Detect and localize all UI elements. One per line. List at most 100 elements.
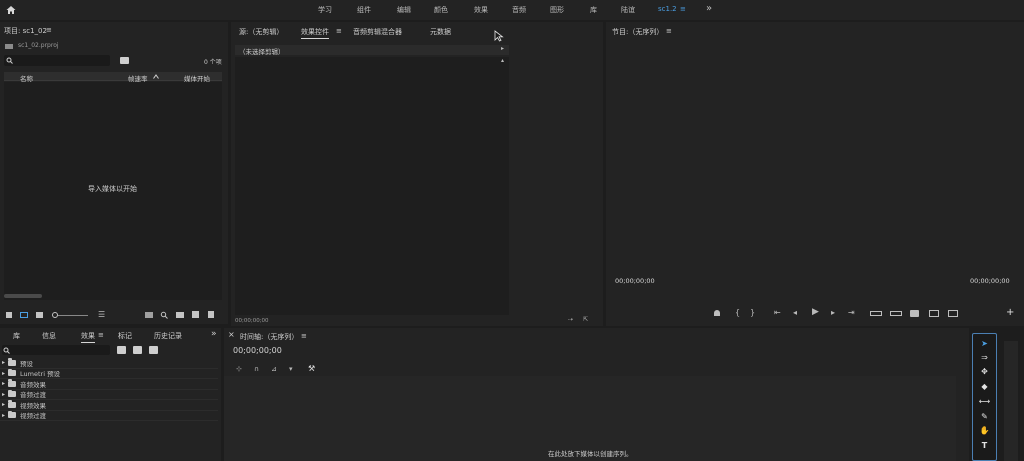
mark-out-icon[interactable]: } [750,309,755,317]
tab-markers[interactable]: 标记 [118,331,132,341]
go-to-out-icon[interactable]: ⇥ [848,309,855,317]
scroll-up-icon[interactable]: ▴ [501,58,504,64]
new-bin-icon[interactable] [120,57,129,64]
wrench-icon[interactable]: ⚒ [308,365,315,373]
timeline-drop-area[interactable]: 在此处放下媒体以创建序列。 [224,376,956,461]
workspace-tab-assembly[interactable]: 组件 [357,5,371,15]
effects-more-icon[interactable]: » [211,329,217,339]
effects-search-input[interactable] [2,345,110,355]
tab-info[interactable]: 信息 [42,331,56,341]
project-file-name: sc1_02.prproj [18,42,59,49]
workspace-tab-effects[interactable]: 效果 [474,5,488,15]
icon-view-icon[interactable] [36,312,43,318]
program-timecode-current[interactable]: 00;00;00;00 [615,277,655,285]
step-forward-icon[interactable]: ▸ [831,309,835,317]
razor-tool-icon[interactable]: ◆ [978,380,991,393]
effects-folder-lumetri-presets[interactable]: ▸ Lumetri 预设 [0,368,218,379]
effects-folder-audio-effects[interactable]: ▸ 音频效果 [0,379,218,390]
go-to-in-icon[interactable]: ⇤ [774,309,781,317]
timeline-title[interactable]: 时间轴:（无序列） [240,332,298,342]
type-tool-icon[interactable]: T [978,439,991,452]
add-marker-icon[interactable]: ▾ [289,366,293,373]
home-icon[interactable] [6,5,16,15]
track-select-tool-icon[interactable]: ⇒ [978,351,991,364]
play-icon[interactable]: ▶ [812,308,819,317]
pen-tool-icon[interactable]: ✎ [978,410,991,423]
32bit-effects-icon[interactable] [133,346,142,354]
tab-effect-controls[interactable]: 效果控件 [301,27,329,39]
tab-metadata[interactable]: 元数据 [430,27,451,37]
workspace-menu-icon[interactable]: ≡ [680,5,686,13]
ripple-edit-tool-icon[interactable]: ✥ [978,365,991,378]
linked-selection-icon[interactable]: ⊿ [271,366,277,373]
add-marker-icon[interactable] [714,310,720,316]
camera-icon[interactable] [910,310,919,317]
effects-folder-audio-transitions[interactable]: ▸ 音频过渡 [0,389,218,400]
timeline-menu-icon[interactable]: ≡ [301,332,307,340]
tab-libraries[interactable]: 库 [13,331,20,341]
tab-effects[interactable]: 效果 [81,331,95,343]
project-panel-menu-icon[interactable]: ≡ [46,26,52,34]
yuv-effects-icon[interactable] [149,346,158,354]
comparison-view-icon[interactable] [929,310,939,317]
effects-folder-video-transitions[interactable]: ▸ 视频过渡 [0,410,218,421]
filter-icon[interactable]: ⇢ [568,317,573,323]
workspace-tab-graphics[interactable]: 图形 [550,5,564,15]
effects-menu-icon[interactable]: ≡ [98,331,104,339]
lock-icon[interactable] [6,312,12,318]
workspace-tab-audio[interactable]: 音频 [512,5,526,15]
workspace-tab-sc12[interactable]: sc1.2 [658,5,677,13]
expand-arrow-icon[interactable]: ▸ [2,370,5,377]
button-editor-icon[interactable]: + [1006,308,1014,318]
trash-icon[interactable] [208,311,214,318]
automate-icon[interactable] [145,312,153,318]
expand-arrow-icon[interactable]: ▸ [2,359,5,366]
expand-arrow-icon[interactable]: ▸ [2,412,5,419]
more-workspaces-icon[interactable]: » [706,3,712,14]
accelerated-effects-icon[interactable] [117,346,126,354]
new-item-icon[interactable] [192,311,199,318]
nest-icon[interactable]: ⊹ [236,366,242,373]
zoom-slider-track[interactable] [58,315,88,316]
workspace-tab-color[interactable]: 颜色 [434,5,448,15]
project-media-area[interactable]: 导入媒体以开始 [4,82,222,300]
workspace-tab-learn[interactable]: 学习 [318,5,332,15]
program-monitor-title[interactable]: 节目:（无序列） [612,27,663,37]
timeline-timecode[interactable]: 00;00;00;00 [233,346,282,355]
hand-tool-icon[interactable]: ✋ [978,424,991,437]
lift-icon[interactable] [870,311,882,316]
slip-tool-icon[interactable]: ⟷ [978,395,991,408]
sort-icon[interactable]: ☰ [98,311,105,319]
expand-right-icon[interactable]: ▸ [501,46,504,52]
tab-source[interactable]: 源:（无剪辑） [239,27,283,37]
project-scrollbar[interactable] [4,294,42,298]
find-icon[interactable] [160,311,168,319]
snap-icon[interactable]: ∩ [254,366,259,373]
project-search-input[interactable] [4,55,110,66]
selection-tool-icon[interactable]: ➤ [978,337,991,350]
new-bin-button-icon[interactable] [176,312,184,318]
extract-icon[interactable] [890,311,902,316]
expand-arrow-icon[interactable]: ▸ [2,391,5,398]
effect-controls-area[interactable]: ▴ [235,57,509,315]
sort-up-icon[interactable] [153,74,159,79]
timeline-close-icon[interactable]: × [228,330,235,339]
mark-in-icon[interactable]: { [735,309,740,317]
list-view-icon[interactable] [20,312,28,318]
tab-history[interactable]: 历史记录 [154,331,182,341]
step-back-icon[interactable]: ◂ [793,309,797,317]
workspace-tab-editing[interactable]: 编辑 [397,5,411,15]
vr-view-icon[interactable] [948,310,958,317]
expand-arrow-icon[interactable]: ▸ [2,401,5,408]
tab-audio-clip-mixer[interactable]: 音频剪辑混合器 [353,27,402,37]
effects-folder-presets[interactable]: ▸ 预设 [0,358,218,369]
workspace-tab-custom[interactable]: 陆谊 [621,5,635,15]
folder-icon [8,410,17,419]
effect-controls-menu-icon[interactable]: ≡ [336,27,342,35]
workspace-tab-libraries[interactable]: 库 [590,5,597,15]
project-panel-title[interactable]: 项目: sc1_02 [4,26,47,36]
export-frame-icon[interactable]: ⇱ [583,317,588,323]
program-monitor-menu-icon[interactable]: ≡ [666,27,672,35]
effects-folder-video-effects[interactable]: ▸ 视频效果 [0,400,218,411]
expand-arrow-icon[interactable]: ▸ [2,380,5,387]
